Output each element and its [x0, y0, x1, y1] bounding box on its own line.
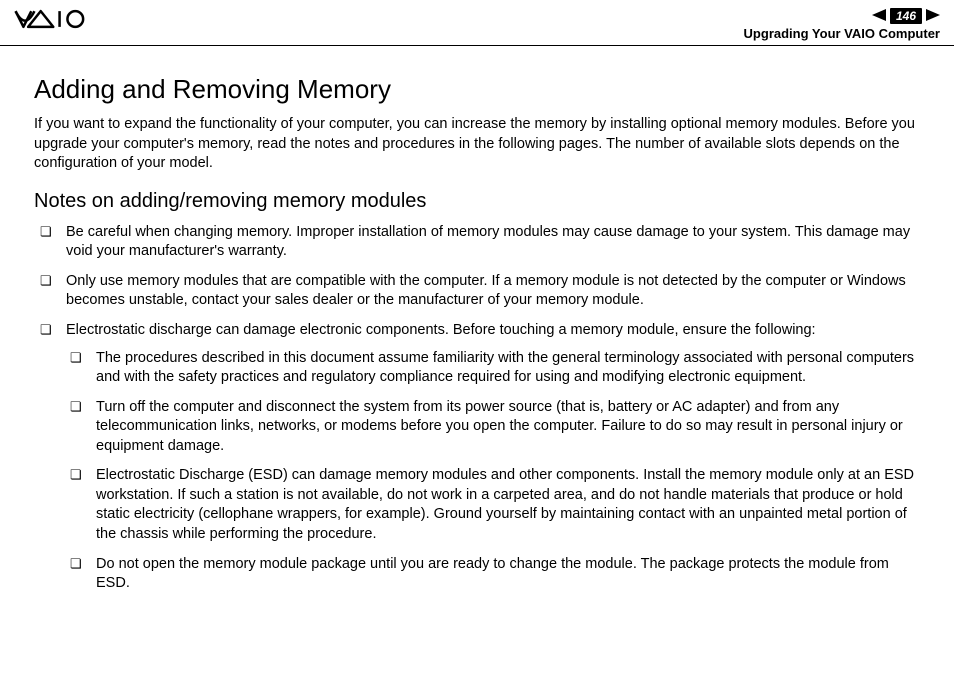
page-title: Adding and Removing Memory [34, 74, 920, 105]
list-item: Electrostatic Discharge (ESD) can damage… [66, 466, 920, 544]
notes-list: Be careful when changing memory. Imprope… [34, 223, 920, 594]
list-item: Turn off the computer and disconnect the… [66, 398, 920, 457]
page-content: Adding and Removing Memory If you want t… [0, 46, 954, 624]
list-item: Electrostatic discharge can damage elect… [34, 321, 920, 594]
list-item-text: Electrostatic discharge can damage elect… [66, 322, 816, 338]
header-right: 146 Upgrading Your VAIO Computer [744, 8, 940, 41]
subnotes-list: The procedures described in this documen… [66, 349, 920, 594]
breadcrumb: Upgrading Your VAIO Computer [744, 26, 940, 41]
next-page-arrow-icon[interactable] [926, 9, 940, 24]
intro-paragraph: If you want to expand the functionality … [34, 115, 920, 174]
list-item: Only use memory modules that are compati… [34, 272, 920, 311]
page-number-badge: 146 [890, 8, 922, 24]
list-item: Do not open the memory module package un… [66, 555, 920, 594]
page-nav: 146 [744, 8, 940, 24]
page-header: 146 Upgrading Your VAIO Computer [0, 0, 954, 46]
list-item: Be careful when changing memory. Imprope… [34, 223, 920, 262]
list-item: The procedures described in this documen… [66, 349, 920, 388]
vaio-logo [14, 8, 124, 30]
prev-page-arrow-icon[interactable] [872, 9, 886, 24]
section-subtitle: Notes on adding/removing memory modules [34, 190, 920, 213]
